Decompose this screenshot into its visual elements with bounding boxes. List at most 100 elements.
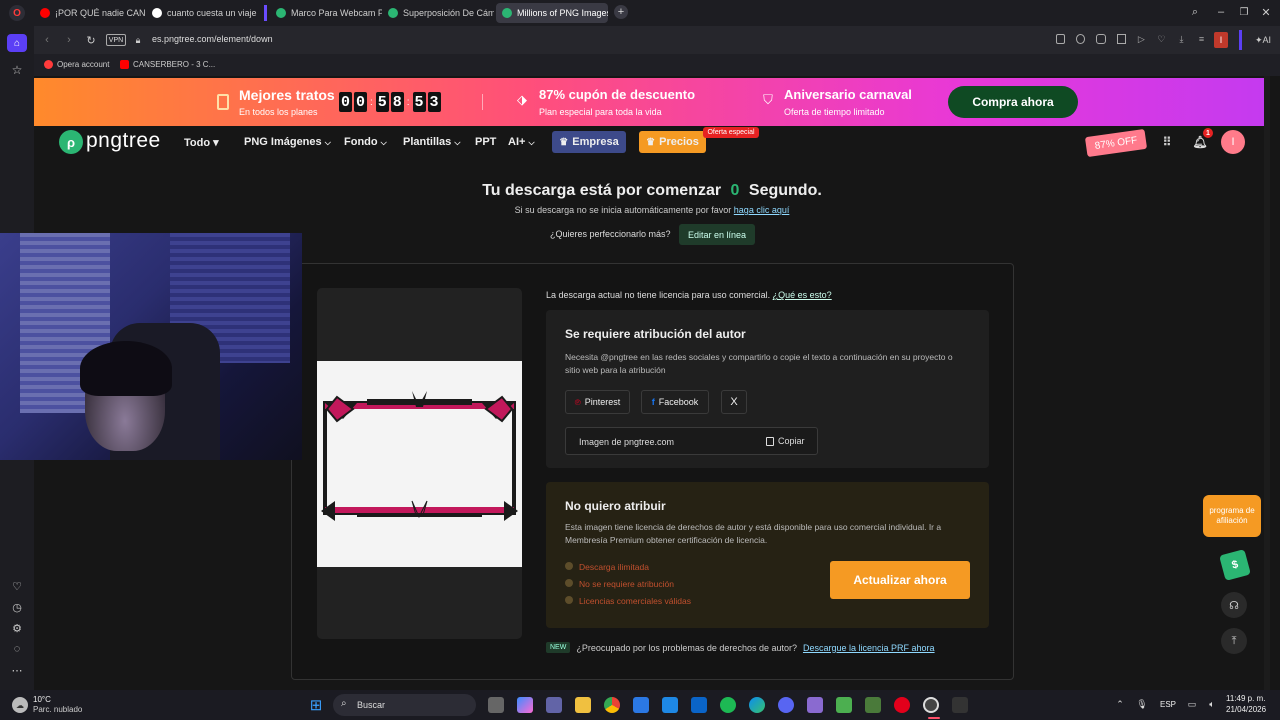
- profile-avatar[interactable]: I: [1214, 32, 1228, 48]
- url-field[interactable]: es.pngtree.com/element/down: [152, 34, 273, 44]
- opera-gx-icon[interactable]: [923, 697, 939, 713]
- nav-fondo[interactable]: Fondo ⌵: [344, 136, 387, 148]
- feature-list: Descarga ilimitada No se requiere atribu…: [565, 559, 691, 610]
- clock-date[interactable]: 21/04/2026: [1226, 705, 1266, 714]
- prf-license-link[interactable]: Descargue la licencia PRF ahora: [803, 643, 935, 653]
- tab-1[interactable]: ¡POR QUÉ nadie CANCELA: [34, 3, 146, 23]
- settings-icon[interactable]: ⚙: [9, 620, 25, 636]
- no-attribution-box: No quiero atribuir Esta imagen tiene lic…: [546, 482, 989, 628]
- volume-icon[interactable]: 🔈︎: [1206, 698, 1218, 710]
- star-icon[interactable]: ☆: [9, 62, 25, 78]
- maximize-icon[interactable]: ❐: [1237, 5, 1251, 19]
- edit-online-button[interactable]: Editar en línea: [679, 224, 755, 245]
- nav-todo[interactable]: Todo ▾: [184, 136, 219, 149]
- lock-icon: 🔒︎: [135, 34, 141, 45]
- user-avatar[interactable]: I: [1221, 130, 1245, 154]
- microphone-icon[interactable]: 🎙︎: [1136, 698, 1148, 710]
- apps-grid-icon[interactable]: ⠿: [1160, 135, 1174, 149]
- pinterest-button[interactable]: ℗ Pinterest: [565, 390, 630, 414]
- tab-4[interactable]: Superposición De Cámara: [382, 3, 494, 23]
- play-icon[interactable]: ▷: [1137, 34, 1146, 44]
- photos-icon[interactable]: [662, 697, 678, 713]
- pngtree-logo-text[interactable]: pngtree: [86, 129, 161, 153]
- epic-games-icon[interactable]: [952, 697, 968, 713]
- back-icon[interactable]: ‹: [40, 33, 54, 47]
- heart-icon[interactable]: ♡: [9, 578, 25, 594]
- promo-banner: Mejores tratos En todos los planes 0 0 :…: [34, 78, 1270, 126]
- money-icon[interactable]: $: [1219, 549, 1251, 581]
- back-to-top-icon[interactable]: ⤒: [1221, 628, 1247, 654]
- attribution-text-field[interactable]: Imagen de pngtree.com Copiar: [565, 427, 818, 455]
- home-icon[interactable]: ⌂: [7, 34, 27, 52]
- bookmark-opera-account[interactable]: Opera account: [44, 60, 109, 69]
- task-view-icon[interactable]: [488, 697, 504, 713]
- mail-icon[interactable]: [691, 697, 707, 713]
- timer-digit: 0: [354, 92, 367, 112]
- nav-ppt[interactable]: PPT: [475, 136, 496, 148]
- search-tabs-icon[interactable]: ⌕: [1188, 5, 1202, 19]
- shield-icon[interactable]: [1096, 34, 1106, 44]
- menu-icon[interactable]: ≡: [1197, 34, 1206, 44]
- close-window-icon[interactable]: ✕: [1259, 5, 1273, 19]
- bookmark-label: Opera account: [57, 60, 110, 69]
- opera-logo-icon[interactable]: O: [9, 5, 25, 21]
- click-here-link[interactable]: haga clic aquí: [734, 205, 790, 215]
- lightbulb-icon[interactable]: ◌: [9, 641, 25, 657]
- ai-icon[interactable]: ✦AI: [1250, 33, 1276, 47]
- language-indicator[interactable]: ESP: [1160, 700, 1176, 709]
- new-tab-icon[interactable]: +: [614, 5, 628, 19]
- discord-icon[interactable]: [778, 697, 794, 713]
- clock-time[interactable]: 11:49 p. m.: [1226, 694, 1265, 703]
- bookmark-canserbero[interactable]: CANSERBERO - 3 C...: [120, 60, 215, 69]
- opera-icon[interactable]: [894, 697, 910, 713]
- forward-icon[interactable]: ›: [62, 33, 76, 47]
- pngtree-logo-icon[interactable]: ρ: [59, 130, 83, 154]
- extension-icon[interactable]: [1116, 34, 1126, 44]
- minimize-icon[interactable]: –: [1214, 5, 1228, 19]
- copy-button[interactable]: Copiar: [766, 436, 805, 446]
- vpn-badge[interactable]: VPN: [106, 34, 126, 46]
- minecraft-icon[interactable]: [836, 697, 852, 713]
- facebook-button[interactable]: f Facebook: [641, 390, 709, 414]
- upgrade-now-button[interactable]: Actualizar ahora: [830, 561, 970, 599]
- page-scrollbar[interactable]: [1264, 76, 1270, 690]
- chrome-icon[interactable]: [604, 697, 620, 713]
- store-icon[interactable]: [633, 697, 649, 713]
- discount-badge[interactable]: 87% OFF: [1084, 128, 1148, 158]
- file-explorer-icon[interactable]: [575, 697, 591, 713]
- tab-divider: [264, 5, 267, 21]
- nav-ai[interactable]: AI+ ⌵: [508, 136, 535, 148]
- reload-icon[interactable]: ↻: [84, 33, 98, 47]
- preview-image[interactable]: [317, 361, 522, 567]
- buy-now-button[interactable]: Compra ahora: [948, 86, 1078, 118]
- taskbar-search[interactable]: ⌕ Buscar: [333, 694, 476, 716]
- copilot-icon[interactable]: [517, 697, 533, 713]
- windows-start-icon[interactable]: ⊞: [308, 697, 324, 714]
- heart-icon[interactable]: ♡: [1157, 34, 1166, 44]
- tab-5-active[interactable]: Millions of PNG Images, B: [496, 3, 608, 23]
- teams-icon[interactable]: [546, 697, 562, 713]
- precios-button[interactable]: ♛ Precios: [639, 131, 706, 153]
- weather-temp: 10°C: [33, 695, 51, 704]
- x-twitter-button[interactable]: X: [721, 390, 747, 414]
- what-is-this-link[interactable]: ¿Qué es esto?: [773, 290, 832, 300]
- history-icon[interactable]: ◷: [9, 599, 25, 615]
- weather-icon[interactable]: ☁: [12, 697, 28, 713]
- spotify-icon[interactable]: [720, 697, 736, 713]
- empresa-button[interactable]: ♛ Empresa: [552, 131, 626, 153]
- download-icon[interactable]: ⤓: [1177, 34, 1186, 44]
- more-icon[interactable]: ⋯: [9, 662, 25, 678]
- tab-2[interactable]: cuanto cuesta un viaje al e: [146, 3, 258, 23]
- nav-plantillas[interactable]: Plantillas ⌵: [403, 136, 460, 148]
- game-icon[interactable]: [807, 697, 823, 713]
- camera-icon[interactable]: [1056, 34, 1066, 44]
- network-icon[interactable]: ▭: [1186, 698, 1198, 710]
- app-icon[interactable]: [865, 697, 881, 713]
- tab-3[interactable]: Marco Para Webcam PNG: [270, 3, 382, 23]
- affiliate-program-bubble[interactable]: programa de afiliación: [1203, 495, 1261, 537]
- snapshot-icon[interactable]: [1076, 34, 1086, 44]
- nav-png-imagenes[interactable]: PNG Imágenes ⌵: [244, 136, 331, 148]
- tray-chevron-icon[interactable]: ⌃: [1114, 698, 1126, 710]
- edge-icon[interactable]: [749, 697, 765, 713]
- headset-icon[interactable]: ☊: [1221, 592, 1247, 618]
